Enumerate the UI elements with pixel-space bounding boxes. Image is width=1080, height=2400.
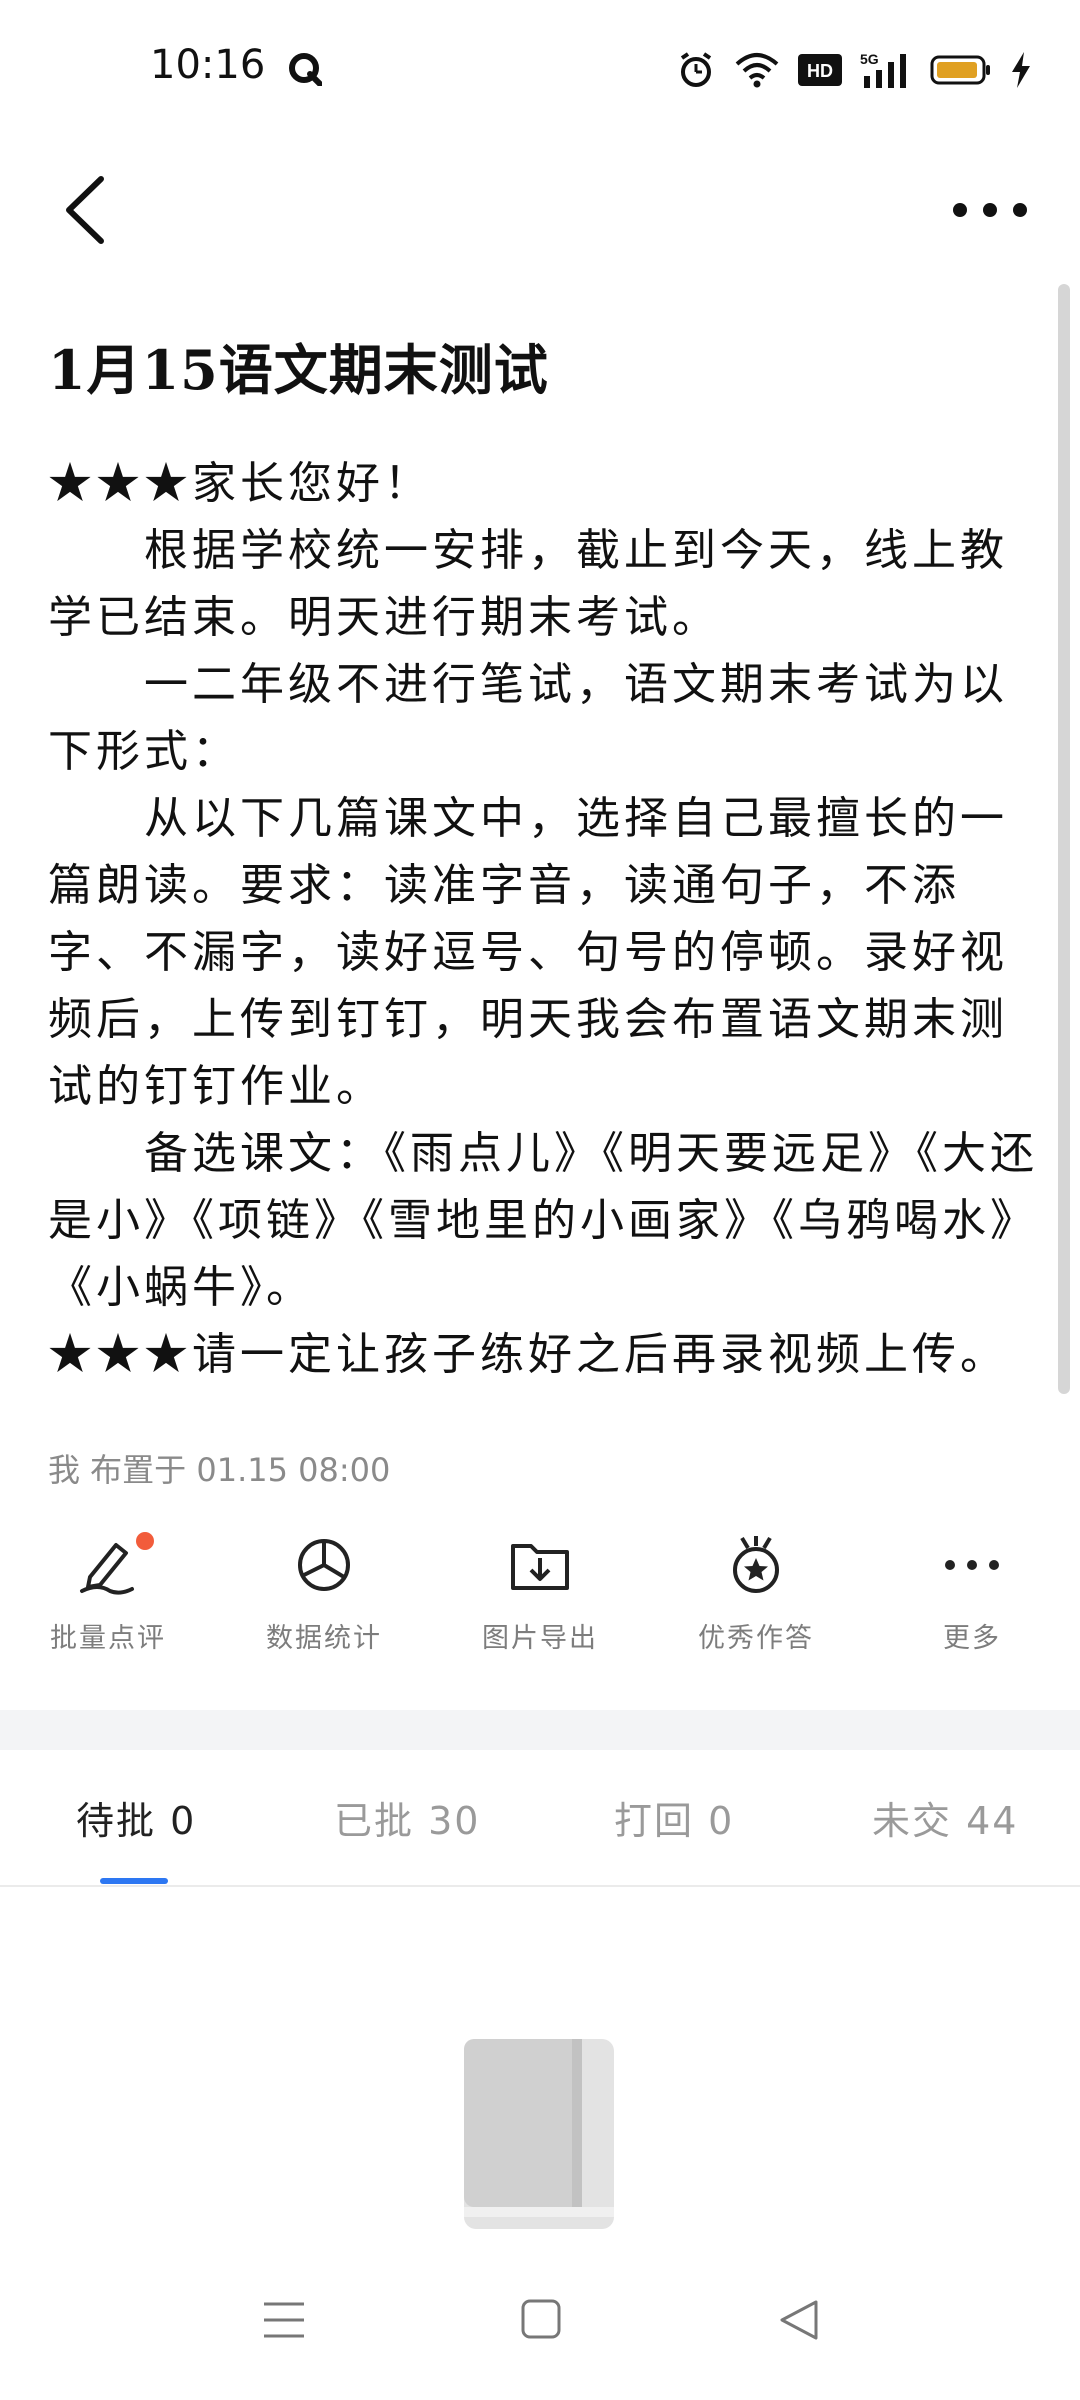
tab-pending-review[interactable]: 待批 0 xyxy=(76,1790,196,1845)
hd-label: HD xyxy=(807,61,833,81)
action-label: 优秀作答 xyxy=(698,1623,814,1654)
action-label: 图片导出 xyxy=(482,1623,598,1654)
more-dots-icon xyxy=(945,1560,999,1570)
wifi-icon xyxy=(735,53,779,88)
book-icon xyxy=(464,2039,614,2229)
more-actions-button[interactable]: 更多 xyxy=(872,1520,1072,1670)
action-label: 批量点评 xyxy=(50,1623,166,1654)
menu-icon[interactable] xyxy=(262,2298,306,2342)
top-nav-bar xyxy=(0,140,1080,280)
tab-count: 0 xyxy=(170,1799,197,1843)
tab-label: 已批 xyxy=(334,1799,415,1843)
status-icons: HD 5G xyxy=(676,50,1032,90)
back-triangle-icon[interactable] xyxy=(778,2298,820,2342)
tab-label: 未交 xyxy=(872,1799,953,1843)
system-nav-bar xyxy=(0,2270,1080,2370)
status-time: 10:16 xyxy=(150,42,266,88)
data-statistics-button[interactable]: 数据统计 xyxy=(224,1520,424,1670)
pen-review-icon xyxy=(80,1543,134,1595)
pie-chart-icon xyxy=(298,1539,350,1591)
q-icon xyxy=(289,53,322,86)
assignment-title: 1月15语文期末测试 xyxy=(48,338,549,402)
action-label: 数据统计 xyxy=(266,1623,382,1654)
battery-icon xyxy=(930,55,990,85)
content-scrollbar[interactable] xyxy=(1058,284,1070,1394)
status-bar: 10:16 HD 5G xyxy=(0,0,1080,140)
network-label: 5G xyxy=(860,51,879,67)
notification-dot xyxy=(136,1532,154,1550)
alarm-icon xyxy=(680,52,712,87)
tab-label: 待批 xyxy=(76,1799,157,1843)
submission-tabs: 待批 0 已批 30 打回 0 未交 44 xyxy=(0,1750,1080,1887)
hd-icon: HD xyxy=(798,54,842,86)
section-divider xyxy=(0,1710,1080,1750)
batch-review-button[interactable]: 批量点评 xyxy=(8,1520,208,1670)
assignment-meta: 我 布置于 01.15 08:00 xyxy=(48,1451,391,1489)
active-tab-indicator xyxy=(100,1878,168,1884)
tab-label: 打回 xyxy=(614,1799,695,1843)
more-dots-icon xyxy=(953,203,1027,217)
back-button[interactable] xyxy=(50,160,120,260)
assignment-body: ★★★家长您好！ 根据学校统一安排，截止到今天，线上教学已结束。明天进行期末考试… xyxy=(48,458,1038,1380)
folder-download-icon xyxy=(511,1544,569,1590)
medal-star-icon xyxy=(733,1536,779,1593)
action-label: 更多 xyxy=(943,1623,1001,1654)
chevron-left-icon xyxy=(66,176,104,244)
more-options-button[interactable] xyxy=(940,160,1040,260)
tab-count: 30 xyxy=(428,1799,481,1843)
signal-5g-icon: 5G xyxy=(860,51,906,88)
tab-count: 44 xyxy=(966,1799,1019,1843)
image-export-button[interactable]: 图片导出 xyxy=(440,1520,640,1670)
home-square-icon[interactable] xyxy=(520,2298,562,2340)
excellent-answers-button[interactable]: 优秀作答 xyxy=(656,1520,856,1670)
assignment-content: 1月15语文期末测试 ★★★家长您好！ 根据学校统一安排，截止到今天，线上教学已… xyxy=(48,330,1038,1388)
tab-count: 0 xyxy=(708,1799,735,1843)
tab-reviewed[interactable]: 已批 30 xyxy=(334,1790,480,1845)
action-toolbar: 批量点评 数据统计 图片导出 优秀作答 更多 xyxy=(0,1520,1080,1670)
tab-not-submitted[interactable]: 未交 44 xyxy=(872,1790,1018,1845)
charging-icon xyxy=(1012,52,1030,88)
tab-returned[interactable]: 打回 0 xyxy=(614,1790,734,1845)
